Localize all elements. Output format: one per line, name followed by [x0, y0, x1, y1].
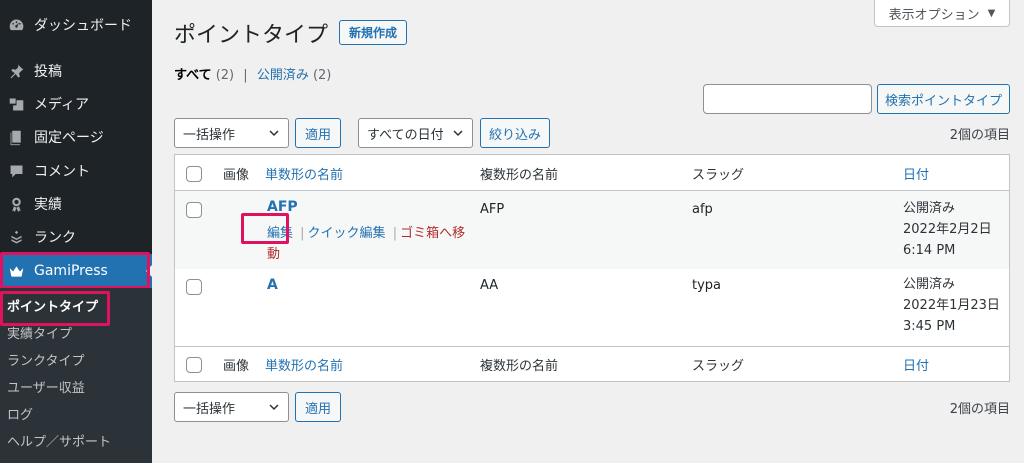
dashboard-icon	[6, 15, 26, 35]
row-title-link[interactable]: A	[267, 277, 278, 293]
sidebar-item-ranks[interactable]: ランク	[0, 220, 152, 254]
filter-published-link[interactable]: 公開済み	[257, 68, 309, 83]
row-checkbox[interactable]	[186, 202, 202, 218]
date-filter-select[interactable]: すべての日付	[358, 118, 473, 148]
items-count-bottom: 2個の項目	[949, 402, 1010, 417]
row-plural: AFP	[480, 202, 505, 217]
apply-button-top[interactable]: 適用	[295, 118, 341, 148]
search-point-types-button[interactable]: 検索ポイントタイプ	[877, 84, 1010, 114]
action-separator: |	[300, 226, 305, 241]
submenu-item-rank-types[interactable]: ランクタイプ	[7, 349, 84, 375]
sidebar-item-pages[interactable]: 固定ページ	[0, 120, 152, 154]
sidebar-item-label: 投稿	[34, 64, 62, 80]
row-date: 公開済み 2022年1月23日 3:45 PM	[903, 274, 1000, 337]
pin-icon	[6, 61, 26, 81]
highlight-box-point-types	[0, 291, 110, 326]
highlight-box-gamipress	[0, 252, 150, 289]
search-input[interactable]	[703, 84, 872, 114]
chevron-down-icon	[268, 401, 280, 417]
row-date-value: 2022年2月2日	[903, 222, 992, 237]
column-header-image: 画像	[223, 168, 250, 183]
sidebar-item-label: メディア	[34, 97, 90, 113]
row-date-value: 2022年1月23日	[903, 298, 1000, 313]
filter-all-count: (2)	[215, 68, 235, 83]
caret-down-icon: ▼	[987, 7, 996, 19]
table-header-row: 画像 単数形の名前 複数形の名前 スラッグ 日付	[175, 155, 1009, 191]
sidebar-item-label: ダッシュボード	[34, 18, 132, 34]
sidebar-item-label: 実績	[34, 197, 62, 213]
bulk-action-select[interactable]: 一括操作	[174, 118, 289, 148]
row-checkbox[interactable]	[186, 279, 202, 295]
bulk-action-select-bottom[interactable]: 一括操作	[174, 392, 289, 422]
highlight-box-edit	[241, 213, 289, 244]
row-time-value: 6:14 PM	[903, 243, 956, 258]
column-header-slug: スラッグ	[692, 168, 745, 183]
add-new-button[interactable]: 新規作成	[339, 20, 407, 45]
column-footer-plural: 複数形の名前	[480, 359, 559, 374]
row-plural: AA	[480, 278, 499, 293]
status-filter-links: すべて (2) | 公開済み (2)	[174, 64, 331, 83]
page-icon	[6, 127, 26, 147]
items-count-top: 2個の項目	[949, 128, 1010, 143]
page-title: ポイントタイプ	[174, 23, 329, 48]
filter-all-label[interactable]: すべて	[174, 68, 212, 83]
select-all-checkbox[interactable]	[186, 166, 202, 182]
column-footer-date[interactable]: 日付	[903, 355, 929, 374]
table-row: AFP 編集 | クイック編集 | ゴミ箱へ移 動 AFP afp 公開済み 202…	[175, 191, 1009, 269]
row-slug: typa	[692, 278, 722, 293]
table-row: A AA typa 公開済み 2022年1月23日 3:45 PM	[175, 269, 1009, 346]
action-separator: |	[392, 226, 398, 241]
quick-edit-link[interactable]: クイック編集	[308, 226, 386, 241]
filter-button[interactable]: 絞り込み	[480, 118, 550, 148]
sidebar-item-posts[interactable]: 投稿	[0, 54, 152, 88]
award-icon	[6, 194, 26, 214]
main-content: ポイントタイプ 新規作成 表示オプション ▼ すべて (2) | 公開済み (2…	[152, 0, 1024, 463]
apply-button-bottom[interactable]: 適用	[295, 392, 341, 422]
submenu-item-logs[interactable]: ログ	[7, 403, 33, 429]
column-header-singular[interactable]: 単数形の名前	[265, 164, 343, 183]
media-icon	[6, 94, 26, 114]
row-status: 公開済み	[903, 201, 956, 216]
chevron-down-icon	[452, 127, 464, 143]
sidebar-item-label: ランク	[34, 230, 76, 246]
submenu-item-help-support[interactable]: ヘルプ／サポート	[7, 430, 111, 456]
table-footer-row: 画像 単数形の名前 複数形の名前 スラッグ 日付	[175, 346, 1009, 382]
column-header-plural: 複数形の名前	[480, 168, 559, 183]
trash-link-continued[interactable]: 動	[267, 247, 280, 262]
filter-published-count: (2)	[312, 68, 332, 83]
admin-sidebar: ダッシュボード 投稿 メディア 固定ページ コメント 実績 ランク GamiPr…	[0, 0, 152, 463]
row-actions: 編集 | クイック編集 | ゴミ箱へ移 動	[267, 223, 467, 265]
chevron-down-icon	[268, 127, 280, 143]
sidebar-item-achievements[interactable]: 実績	[0, 187, 152, 221]
sidebar-item-dashboard[interactable]: ダッシュボード	[0, 8, 152, 42]
row-time-value: 3:45 PM	[903, 319, 956, 334]
sidebar-item-media[interactable]: メディア	[0, 87, 152, 121]
row-date: 公開済み 2022年2月2日 6:14 PM	[903, 198, 992, 261]
bulk-action-value: 一括操作	[183, 127, 236, 143]
sidebar-item-comments[interactable]: コメント	[0, 154, 152, 188]
bulk-action-value: 一括操作	[183, 401, 236, 417]
column-footer-image: 画像	[223, 359, 250, 374]
sidebar-item-label: 固定ページ	[34, 130, 104, 146]
comment-icon	[6, 161, 26, 181]
column-footer-slug: スラッグ	[692, 359, 745, 374]
row-status: 公開済み	[903, 277, 956, 292]
column-header-date[interactable]: 日付	[903, 164, 929, 183]
row-slug: afp	[692, 202, 713, 217]
submenu-item-user-earnings[interactable]: ユーザー収益	[7, 376, 85, 402]
rank-icon	[6, 227, 26, 247]
screen-options-button[interactable]: 表示オプション ▼	[874, 0, 1010, 27]
date-filter-value: すべての日付	[367, 127, 444, 143]
filter-separator: |	[243, 68, 248, 83]
sidebar-item-label: コメント	[34, 164, 90, 180]
select-all-checkbox-footer[interactable]	[186, 357, 202, 373]
column-footer-singular[interactable]: 単数形の名前	[265, 355, 343, 374]
trash-link[interactable]: ゴミ箱へ移	[400, 226, 465, 241]
point-types-table: 画像 単数形の名前 複数形の名前 スラッグ 日付 AFP 編集 | クイック編集 …	[174, 154, 1010, 382]
screen-options-label: 表示オプション	[888, 7, 980, 23]
